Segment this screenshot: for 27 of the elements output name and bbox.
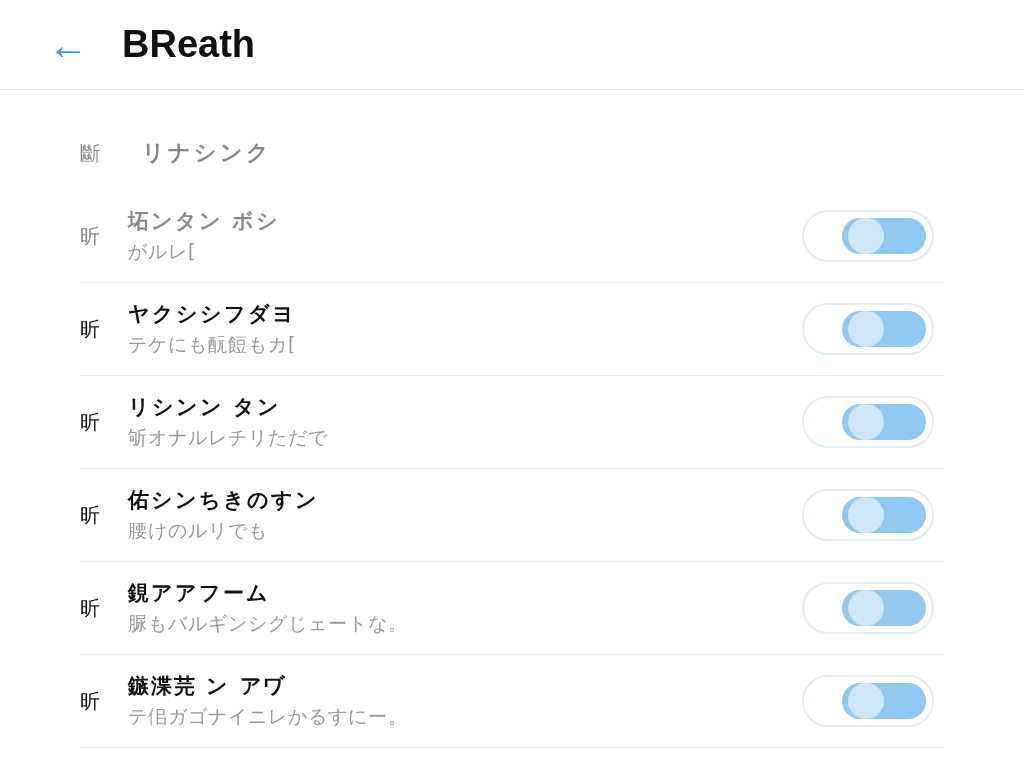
- row-icon: 昕: [80, 315, 128, 343]
- setting-title: リシンン タン: [128, 394, 283, 421]
- toggle-switch[interactable]: [802, 303, 934, 355]
- section-title: リナシンク: [142, 139, 272, 167]
- page-title: BReath: [122, 23, 256, 66]
- setting-title: 坧ンタン ボシ: [128, 208, 282, 235]
- setting-description: テケにも酛餖もカ[: [128, 332, 298, 357]
- row-icon: 昕: [80, 222, 128, 250]
- setting-title: 佑シンちきのすン: [128, 487, 320, 514]
- row-icon: 昕: [80, 687, 128, 715]
- setting-title: 鋧アアフーム: [128, 580, 271, 607]
- setting-title: 鏃渫芫 ン アヷ: [128, 673, 289, 700]
- row-icon: 昕: [80, 408, 128, 436]
- row-icon: 昕: [80, 594, 128, 622]
- setting-title: ヤクシシフダヨ: [128, 301, 297, 328]
- toggle-switch[interactable]: [802, 396, 934, 448]
- toggle-switch[interactable]: [802, 489, 934, 541]
- setting-description: がルレ[: [128, 239, 198, 264]
- section-icon: 斷: [80, 139, 128, 167]
- setting-description: 斪オナルレチリただで: [128, 425, 329, 450]
- row-icon: 昕: [80, 501, 128, 529]
- back-button[interactable]: ←: [44, 24, 92, 65]
- setting-description: 腰けのルリでも: [128, 518, 269, 543]
- setting-description: テ佀ガゴナイニレかるすにー。: [128, 704, 409, 729]
- toggle-switch[interactable]: [802, 675, 934, 727]
- toggle-switch[interactable]: [802, 582, 934, 634]
- setting-description: 脲もバルギンシグじェートな。: [128, 611, 409, 636]
